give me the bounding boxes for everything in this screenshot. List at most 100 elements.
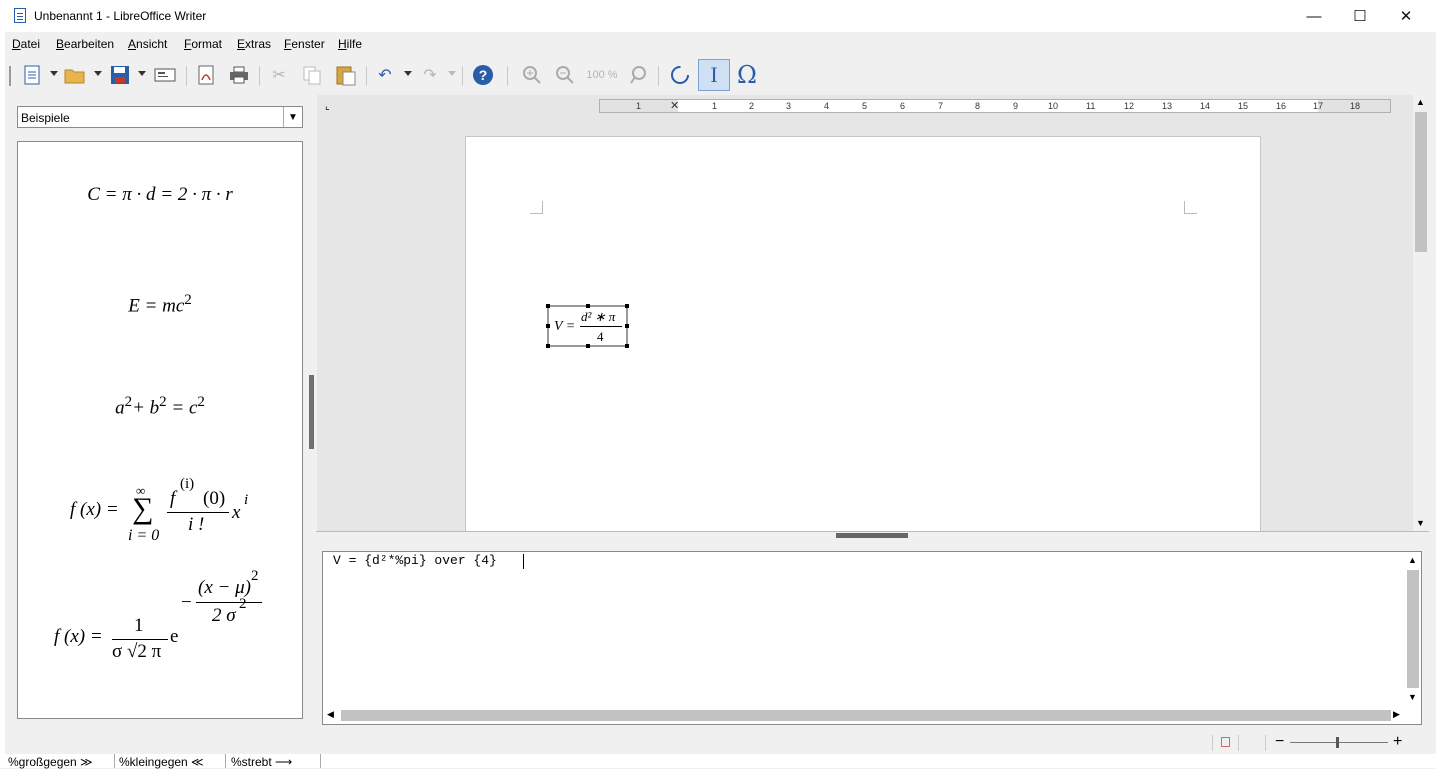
splitter-handle[interactable]	[836, 533, 908, 538]
scroll-down-icon[interactable]: ▼	[1408, 692, 1417, 702]
example-pythagoras-exp-c: 2	[197, 394, 205, 410]
toolbar-grip[interactable]	[9, 66, 11, 86]
scroll-up-icon[interactable]: ▲	[1408, 555, 1417, 565]
menu-fenster[interactable]: Fenster	[284, 37, 325, 51]
formula-lhs: V =	[554, 319, 576, 334]
horizontal-ruler[interactable]: 1 ✕ 1 2 3 4 5 6 7 8 9 10 11 12 13 14 15 …	[599, 99, 1391, 113]
status-bar: − +	[0, 732, 1436, 754]
menu-ansicht[interactable]: Ansicht	[128, 37, 167, 51]
formula-cursor-icon: I	[710, 62, 718, 87]
open-icon	[64, 69, 85, 84]
maximize-button[interactable]: ☐	[1337, 0, 1383, 32]
toolbar-separator	[462, 66, 463, 86]
ruler-mark: 2	[749, 101, 755, 111]
zoom-in-status-button[interactable]: +	[1393, 733, 1402, 751]
example-gauss-formula[interactable]: f (x) = 1 σ √2 π e − (x − μ) 2 2 σ 2	[54, 568, 294, 667]
command-horizontal-scrollbar[interactable]: ◀ ▶	[323, 707, 1405, 724]
scroll-right-icon[interactable]: ▶	[1393, 709, 1400, 720]
status-separator	[1265, 735, 1266, 751]
status-separator	[1238, 735, 1239, 751]
zoom-slider-thumb[interactable]	[1336, 737, 1339, 748]
save-dropdown[interactable]	[138, 71, 146, 76]
formula-denominator: 4	[597, 329, 604, 344]
document-view[interactable]: ⌞ 1 ✕ 1 2 3 4 5 6 7 8 9 10 11 12 13 14 1…	[317, 95, 1413, 531]
ruler-mark: 15	[1238, 101, 1249, 111]
open-dropdown[interactable]	[94, 71, 102, 76]
copy-button[interactable]	[300, 64, 324, 86]
chevron-down-icon[interactable]: ▼	[283, 107, 302, 127]
scroll-left-icon[interactable]: ◀	[327, 709, 334, 720]
paste-button[interactable]	[334, 64, 358, 86]
undo-dropdown[interactable]	[404, 71, 412, 76]
zoom-slider[interactable]	[1290, 742, 1388, 743]
menu-extras[interactable]: Extras	[237, 37, 271, 51]
resize-handle[interactable]	[546, 344, 550, 348]
open-button[interactable]	[64, 64, 88, 86]
tab-stop-selector[interactable]: ⌞	[325, 101, 330, 112]
splitter-line	[316, 531, 1429, 532]
zoom-out-status-button[interactable]: −	[1275, 733, 1284, 751]
command-text[interactable]: V = {d²*%pi} over {4}	[333, 553, 497, 568]
resize-handle[interactable]	[586, 304, 590, 308]
resize-handle[interactable]	[546, 324, 550, 328]
cut-button[interactable]: ✂	[267, 64, 291, 86]
save-button[interactable]	[108, 64, 132, 86]
redo-dropdown[interactable]	[448, 71, 456, 76]
zoom-100-button[interactable]: 100 %	[584, 64, 620, 86]
scrollbar-thumb[interactable]	[1407, 570, 1419, 688]
print-button[interactable]	[227, 64, 251, 86]
new-document-button[interactable]	[20, 64, 44, 86]
redo-button[interactable]: ↷	[418, 64, 442, 86]
copy-icon	[303, 66, 321, 85]
menu-hilfe[interactable]: Hilfe	[338, 37, 362, 51]
example-pythagoras-formula[interactable]: a2+ b2 = c2	[18, 394, 302, 419]
resize-handle[interactable]	[546, 304, 550, 308]
example-pythagoras-exp-b: 2	[159, 394, 167, 410]
minimize-button[interactable]: —	[1291, 0, 1337, 32]
scrollbar-thumb[interactable]	[341, 710, 1391, 721]
toolbar-separator	[259, 66, 260, 86]
symbols-button[interactable]: Ω	[735, 61, 759, 89]
resize-handle[interactable]	[625, 324, 629, 328]
document-vertical-scrollbar[interactable]: ▲ ▼	[1413, 95, 1429, 531]
resize-handle[interactable]	[625, 344, 629, 348]
ruler-left-indent-icon[interactable]: ✕	[670, 99, 679, 112]
scroll-up-icon[interactable]: ▲	[1416, 97, 1425, 107]
example-circle-formula[interactable]: C = π · d = 2 · π · r	[18, 184, 302, 206]
cut-icon: ✂	[272, 67, 286, 84]
background-window-edge	[0, 0, 5, 768]
command-vertical-scrollbar[interactable]: ▲ ▼	[1405, 552, 1421, 708]
resize-handle[interactable]	[586, 344, 590, 348]
elements-examples-panel: C = π · d = 2 · π · r E = mc2 a2+ b2 = c…	[17, 141, 303, 719]
maximize-icon: ☐	[1353, 8, 1367, 25]
background-window-strip: %großgegen ≫ %kleingegen ≪ %strebt ⟶	[0, 754, 1436, 769]
scrollbar-thumb[interactable]	[1415, 112, 1427, 252]
help-button[interactable]: ?	[471, 64, 495, 86]
new-document-dropdown[interactable]	[50, 71, 58, 76]
menu-bearbeiten[interactable]: Bearbeiten	[56, 37, 114, 51]
zoom-in-button[interactable]	[520, 64, 544, 86]
document-modified-icon[interactable]	[1221, 737, 1230, 747]
close-button[interactable]: ✕	[1383, 0, 1429, 32]
menu-bar: Datei Bearbeiten Ansicht Format Extras F…	[0, 33, 1436, 55]
update-button[interactable]	[668, 64, 692, 86]
formula-cursor-button[interactable]: I	[698, 59, 730, 91]
formula-object[interactable]: V = d² ∗ π 4	[546, 304, 629, 348]
sidebar-splitter-handle[interactable]	[309, 375, 314, 449]
scroll-down-icon[interactable]: ▼	[1416, 518, 1425, 528]
elements-category-select[interactable]: Beispiele ▼	[17, 106, 303, 128]
zoom-out-button[interactable]	[553, 64, 577, 86]
menu-datei[interactable]: Datei	[12, 37, 40, 51]
example-energy-formula[interactable]: E = mc2	[18, 292, 302, 317]
zoom-fit-button[interactable]	[627, 64, 651, 86]
export-pdf-button[interactable]	[194, 64, 218, 86]
example-taylor-formula[interactable]: f (x) = ∞ ∑ i = 0 f (i) (0) i ! x i	[70, 476, 270, 552]
ruler-mark: 14	[1200, 101, 1211, 111]
undo-button[interactable]: ↶	[373, 64, 397, 86]
formula-command-editor[interactable]: V = {d²*%pi} over {4} ▲ ▼ ◀ ▶	[322, 551, 1422, 725]
menu-format[interactable]: Format	[184, 37, 222, 51]
resize-handle[interactable]	[625, 304, 629, 308]
editor-splitter[interactable]	[316, 531, 1429, 539]
example-taylor-x: x	[232, 502, 241, 523]
email-button[interactable]	[153, 64, 177, 86]
